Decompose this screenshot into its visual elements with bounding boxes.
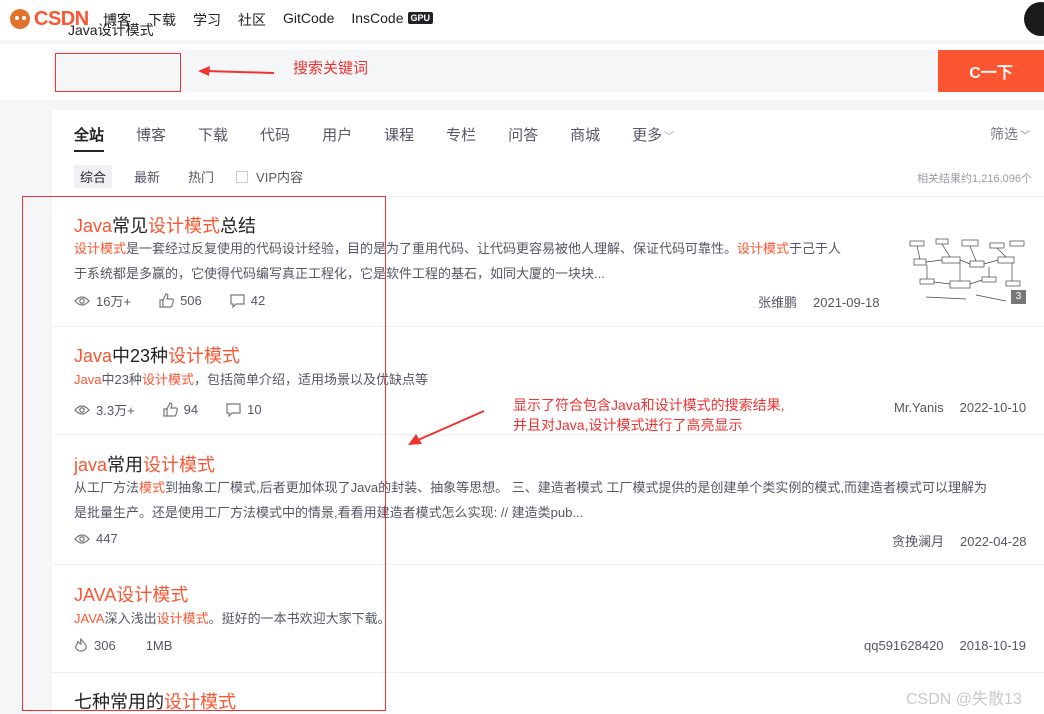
chevron-down-icon: ﹀ [664,132,675,143]
logo-icon [10,9,30,29]
gpu-badge: GPU [407,12,434,24]
avatar[interactable] [1024,2,1044,36]
result-author[interactable]: 贪挽澜月 2022-04-28 [892,531,1027,550]
annotation-arrow-search [198,66,275,76]
chevron-down-icon: ﹀ [1020,131,1030,142]
result-date: 2021-09-18 [813,295,880,310]
nav-link-community[interactable]: 社区 [238,10,266,30]
tab-course[interactable]: 课程 [384,124,414,145]
watermark: CSDN @失散13 [906,691,1022,708]
nav-links: 博客 下载 学习 社区 GitCode InsCode GPU [103,10,450,30]
search-query: Java设计模式 [68,22,154,38]
result-date: 2018-10-19 [959,638,1027,653]
vip-filter[interactable]: VIP内容 [236,167,303,186]
category-tabs: 全站 博客 下载 代码 用户 课程 专栏 问答 商城 更多 ﹀ [74,124,674,145]
vip-checkbox[interactable] [236,171,249,183]
tab-mall[interactable]: 商城 [570,124,600,145]
desc-text: 于己于人 [789,241,842,256]
annotation-line: 并且对Java,设计模式进行了高亮显示 [513,417,743,433]
result-date: 2022-04-28 [960,534,1027,549]
nav-link-gitcode[interactable]: GitCode [283,10,334,30]
tab-user[interactable]: 用户 [322,124,352,145]
tab-more-label: 更多 [632,127,663,144]
author-name: 贪挽澜月 [892,534,945,549]
tab-blog[interactable]: 博客 [136,124,166,145]
desc-highlight: 设计模式 [737,241,790,256]
search-input[interactable] [52,50,938,92]
annotation-line: 显示了符合包含Java和设计模式的搜索结果, [513,397,785,413]
filter-button[interactable]: 筛选 ﹀ [990,124,1030,144]
result-author[interactable]: 张维鹏 2021-09-18 [758,292,880,311]
sort-tab-comprehensive[interactable]: 综合 [74,165,113,188]
results-highlight-box [22,196,386,711]
annotation-arrow-results [408,410,485,445]
tab-qa[interactable]: 问答 [508,124,538,145]
tab-download[interactable]: 下载 [198,124,228,145]
search-button[interactable]: C一下 [938,50,1044,92]
top-nav: CSDN 博客 下载 学习 社区 GitCode InsCode GPU [0,0,1044,40]
result-author[interactable]: Mr.Yanis 2022-10-10 [894,400,1026,415]
tab-column[interactable]: 专栏 [446,124,476,145]
sort-tab-latest[interactable]: 最新 [128,165,166,188]
sort-tab-hot[interactable]: 热门 [182,165,220,188]
sort-tabs: 综合 最新 热门 VIP内容 [74,165,303,188]
tab-code[interactable]: 代码 [260,124,290,145]
inscode-label: InsCode [351,10,404,26]
nav-link-inscode[interactable]: InsCode GPU [351,10,434,30]
result-date: 2022-10-10 [959,400,1027,415]
nav-link-learn[interactable]: 学习 [193,10,221,30]
search-annotation: 搜索关键词 [293,60,369,77]
filter-label: 筛选 [990,126,1018,142]
image-count-badge: 3 [1011,290,1026,304]
tab-all[interactable]: 全站 [74,124,104,145]
author-name: 张维鹏 [758,295,798,310]
results-annotation: 显示了符合包含Java和设计模式的搜索结果, 并且对Java,设计模式进行了高亮… [513,395,784,435]
author-name: Mr.Yanis [894,400,944,415]
vip-label: VIP内容 [256,170,304,185]
search-highlight-box [55,53,181,92]
tab-more[interactable]: 更多 ﹀ [632,124,674,145]
author-name: qq591628420 [864,638,944,653]
result-author[interactable]: qq591628420 2018-10-19 [864,638,1026,653]
active-tab-underline [74,150,104,152]
result-count: 相关结果约1,216,096个 [917,173,1032,185]
